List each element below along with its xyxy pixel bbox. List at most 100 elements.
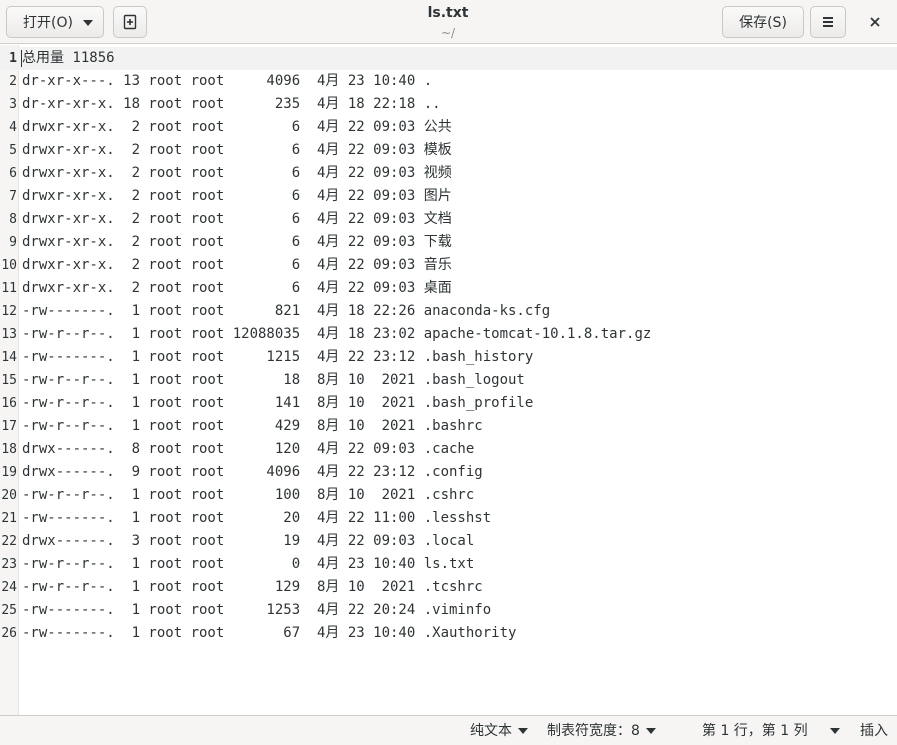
line-text: dr-xr-x---. 13 root root 4096 4月 23 10:4…: [22, 73, 433, 89]
line-number: 15: [1, 373, 17, 388]
text-line[interactable]: 8 drwxr-xr-x. 2 root root 6 4月 22 09:03 文…: [0, 208, 897, 231]
text-line[interactable]: 15 -rw-r--r--. 1 root root 18 8月 10 2021 …: [0, 369, 897, 392]
line-text: dr-xr-xr-x. 18 root root 235 4月 18 22:18…: [22, 96, 441, 112]
text-line[interactable]: 22 drwx------. 3 root root 19 4月 22 09:03…: [0, 530, 897, 553]
insert-mode-label: 插入: [860, 723, 888, 739]
text-line[interactable]: 3 dr-xr-xr-x. 18 root root 235 4月 18 22:1…: [0, 93, 897, 116]
text-line[interactable]: 9 drwxr-xr-x. 2 root root 6 4月 22 09:03 下…: [0, 231, 897, 254]
line-text: drwx------. 8 root root 120 4月 22 09:03 …: [22, 441, 475, 457]
cursor-position-label: 第 1 行，第 1 列: [702, 723, 808, 739]
chevron-down-icon: [83, 20, 93, 26]
close-button[interactable]: [862, 10, 888, 34]
text-line[interactable]: 13 -rw-r--r--. 1 root root 12088035 4月 18…: [0, 323, 897, 346]
line-text: 总用量 11856: [22, 50, 115, 66]
chevron-down-icon: [829, 728, 840, 734]
line-text: -rw-------. 1 root root 1253 4月 22 20:24…: [22, 602, 492, 618]
new-document-button[interactable]: [113, 6, 147, 38]
open-button[interactable]: 打开(O): [6, 6, 104, 38]
line-number: 19: [1, 465, 17, 480]
line-text: -rw-r--r--. 1 root root 0 4月 23 10:40 ls…: [22, 556, 475, 572]
line-text: -rw-r--r--. 1 root root 12088035 4月 18 2…: [22, 326, 652, 342]
line-text: -rw-r--r--. 1 root root 429 8月 10 2021 .…: [22, 418, 483, 434]
line-number: 20: [1, 488, 17, 503]
text-line[interactable]: 5 drwxr-xr-x. 2 root root 6 4月 22 09:03 模…: [0, 139, 897, 162]
save-button[interactable]: 保存(S): [722, 6, 804, 38]
line-text: drwxr-xr-x. 2 root root 6 4月 22 09:03 文档: [22, 211, 452, 227]
line-number: 3: [9, 97, 17, 112]
status-bar: 纯文本 制表符宽度：8 第 1 行，第 1 列 插入: [0, 715, 897, 745]
line-number: 10: [1, 258, 17, 273]
text-editor[interactable]: 1 总用量 11856 2 dr-xr-x---. 13 root root 4096…: [0, 45, 897, 715]
hamburger-icon: [823, 17, 833, 27]
line-number: 1: [9, 51, 17, 66]
text-line[interactable]: 7 drwxr-xr-x. 2 root root 6 4月 22 09:03 图…: [0, 185, 897, 208]
text-line[interactable]: 16 -rw-r--r--. 1 root root 141 8月 10 2021…: [0, 392, 897, 415]
text-line[interactable]: 24 -rw-r--r--. 1 root root 129 8月 10 2021…: [0, 576, 897, 599]
line-text: drwxr-xr-x. 2 root root 6 4月 22 09:03 桌面: [22, 280, 452, 296]
line-number: 9: [9, 235, 17, 250]
text-line[interactable]: 10 drwxr-xr-x. 2 root root 6 4月 22 09:03 …: [0, 254, 897, 277]
line-text: -rw-------. 1 root root 20 4月 22 11:00 .…: [22, 510, 492, 526]
line-number: 18: [1, 442, 17, 457]
line-number: 21: [1, 511, 17, 526]
line-text: drwxr-xr-x. 2 root root 6 4月 22 09:03 图片: [22, 188, 452, 204]
menu-button[interactable]: [810, 6, 846, 38]
line-text: drwx------. 3 root root 19 4月 22 09:03 .…: [22, 533, 475, 549]
text-line[interactable]: 17 -rw-r--r--. 1 root root 429 8月 10 2021…: [0, 415, 897, 438]
text-line[interactable]: 19 drwx------. 9 root root 4096 4月 22 23:…: [0, 461, 897, 484]
chevron-down-icon: [518, 728, 528, 734]
line-number: 25: [1, 603, 17, 618]
text-line[interactable]: 4 drwxr-xr-x. 2 root root 6 4月 22 09:03 公…: [0, 116, 897, 139]
line-number: 6: [9, 166, 17, 181]
line-text: -rw-------. 1 root root 821 4月 18 22:26 …: [22, 303, 551, 319]
line-number: 22: [1, 534, 17, 549]
line-text: drwxr-xr-x. 2 root root 6 4月 22 09:03 下载: [22, 234, 452, 250]
line-number: 5: [9, 143, 17, 158]
text-line[interactable]: 14 -rw-------. 1 root root 1215 4月 22 23:…: [0, 346, 897, 369]
line-text: drwxr-xr-x. 2 root root 6 4月 22 09:03 公共: [22, 119, 452, 135]
text-line[interactable]: 18 drwx------. 8 root root 120 4月 22 09:0…: [0, 438, 897, 461]
text-line[interactable]: 2 dr-xr-x---. 13 root root 4096 4月 23 10:…: [0, 70, 897, 93]
line-number: 23: [1, 557, 17, 572]
line-number: 7: [9, 189, 17, 204]
syntax-selector[interactable]: 纯文本: [470, 722, 528, 740]
tab-width-label: 制表符宽度：8: [547, 723, 640, 739]
text-line[interactable]: 6 drwxr-xr-x. 2 root root 6 4月 22 09:03 视…: [0, 162, 897, 185]
line-text: drwxr-xr-x. 2 root root 6 4月 22 09:03 视频: [22, 165, 452, 181]
text-line[interactable]: 26 -rw-------. 1 root root 67 4月 23 10:40…: [0, 622, 897, 645]
window-subtitle: ~/: [440, 26, 456, 40]
line-number: 14: [1, 350, 17, 365]
close-icon: [870, 17, 880, 27]
line-number: 13: [1, 327, 17, 342]
line-number: 2: [9, 74, 17, 89]
line-text: drwxr-xr-x. 2 root root 6 4月 22 09:03 音乐: [22, 257, 452, 273]
text-line[interactable]: 23 -rw-r--r--. 1 root root 0 4月 23 10:40 …: [0, 553, 897, 576]
text-line[interactable]: 20 -rw-r--r--. 1 root root 100 8月 10 2021…: [0, 484, 897, 507]
text-line[interactable]: 11 drwxr-xr-x. 2 root root 6 4月 22 09:03 …: [0, 277, 897, 300]
text-line[interactable]: 12 -rw-------. 1 root root 821 4月 18 22:2…: [0, 300, 897, 323]
line-number: 24: [1, 580, 17, 595]
cursor-position-selector[interactable]: 第 1 行，第 1 列: [702, 722, 840, 740]
line-text: drwx------. 9 root root 4096 4月 22 23:12…: [22, 464, 483, 480]
line-number: 12: [1, 304, 17, 319]
save-button-label: 保存(S): [739, 15, 787, 31]
insert-mode-indicator[interactable]: 插入: [860, 722, 888, 740]
syntax-label: 纯文本: [470, 723, 512, 739]
line-text: -rw-r--r--. 1 root root 100 8月 10 2021 .…: [22, 487, 475, 503]
window-title: ls.txt: [427, 5, 469, 21]
chevron-down-icon: [645, 728, 656, 734]
line-text: -rw-r--r--. 1 root root 129 8月 10 2021 .…: [22, 579, 483, 595]
line-text: -rw-r--r--. 1 root root 141 8月 10 2021 .…: [22, 395, 534, 411]
window-title-block: ls.txt ~/: [348, 4, 548, 42]
open-button-label: 打开(O): [23, 15, 73, 31]
text-line[interactable]: 25 -rw-------. 1 root root 1253 4月 22 20:…: [0, 599, 897, 622]
line-number: 11: [1, 281, 17, 296]
line-number: 17: [1, 419, 17, 434]
line-text: -rw-------. 1 root root 67 4月 23 10:40 .…: [22, 625, 517, 641]
line-number: 16: [1, 396, 17, 411]
text-line[interactable]: 21 -rw-------. 1 root root 20 4月 22 11:00…: [0, 507, 897, 530]
text-line[interactable]: 1 总用量 11856: [0, 47, 897, 70]
line-text: -rw-r--r--. 1 root root 18 8月 10 2021 .b…: [22, 372, 525, 388]
tab-width-selector[interactable]: 制表符宽度：8: [547, 722, 656, 740]
new-document-icon: [123, 14, 137, 30]
